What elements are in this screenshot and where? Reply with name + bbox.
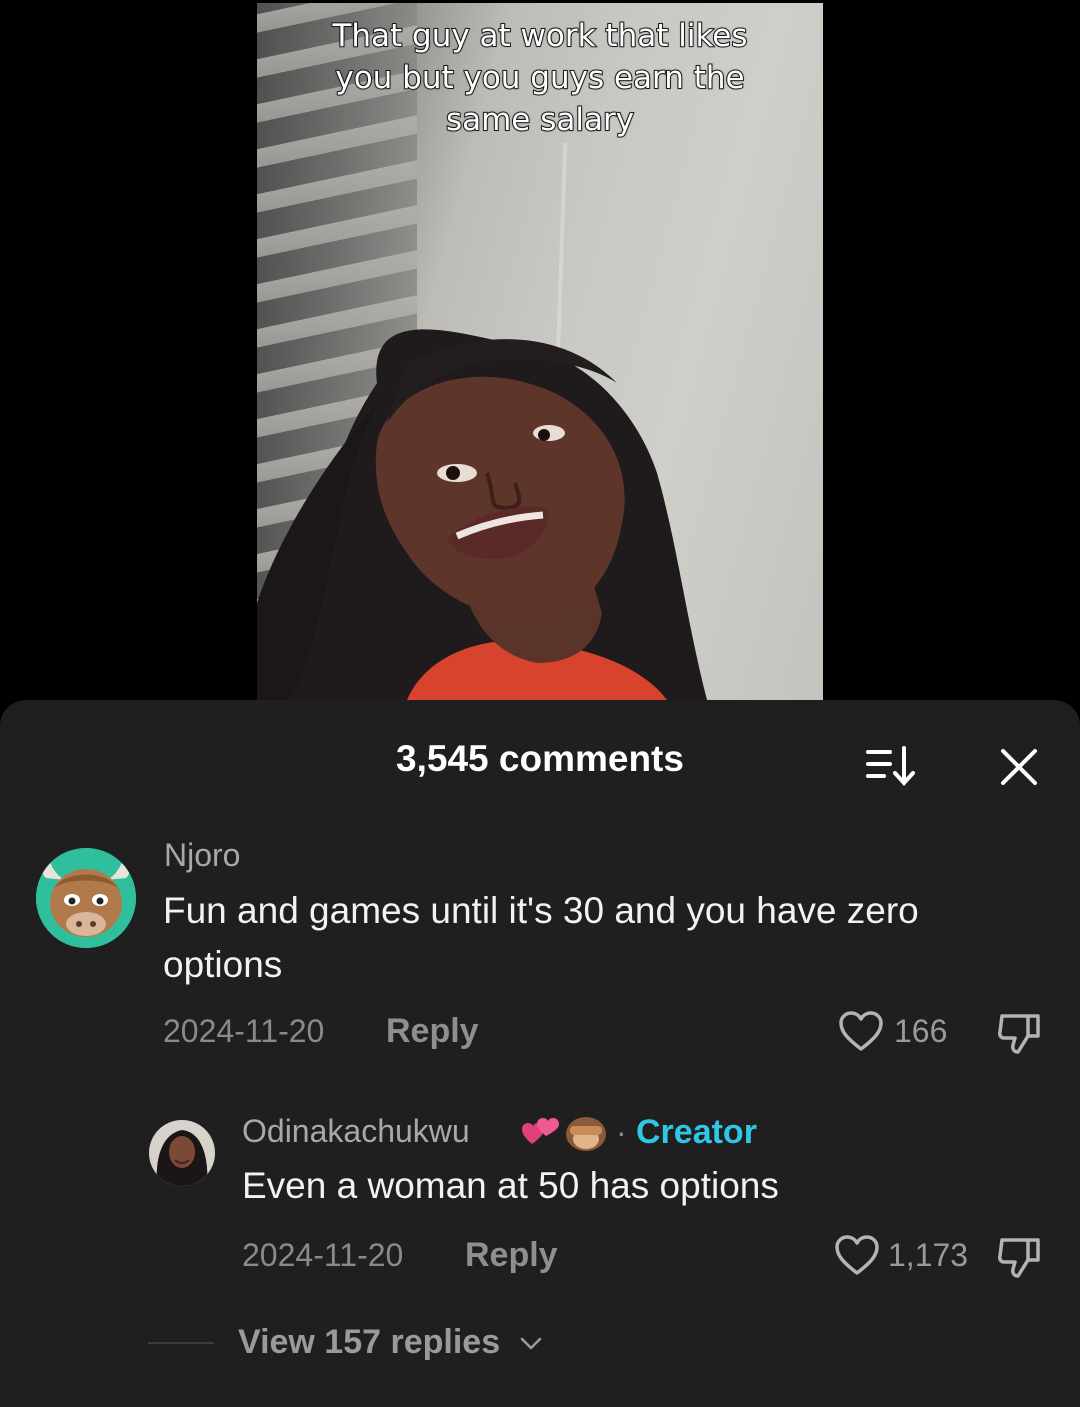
caption-line: same salary xyxy=(445,101,635,139)
close-icon[interactable] xyxy=(998,746,1040,788)
like-count: 166 xyxy=(894,1013,948,1049)
comment-text-line: Fun and games until it's 30 and you have… xyxy=(163,890,919,931)
video-caption: That guy at work that likes you but you … xyxy=(257,15,823,141)
emoji-hearts-monkey xyxy=(522,1117,606,1151)
reply-button[interactable]: Reply xyxy=(465,1236,558,1275)
avatar[interactable] xyxy=(36,848,136,948)
dislike-icon[interactable] xyxy=(996,1010,1044,1056)
caption-line: That guy at work that likes xyxy=(331,17,748,55)
comments-sheet: 3,545 comments Njoro Fun and games until… xyxy=(0,700,1080,1407)
like-count: 1,173 xyxy=(888,1237,969,1273)
replies-divider xyxy=(148,1342,214,1344)
comment-date: 2024-11-20 xyxy=(242,1237,404,1273)
dislike-icon[interactable] xyxy=(996,1234,1044,1280)
comment-text: Even a woman at 50 has options xyxy=(242,1165,779,1206)
chevron-down-icon xyxy=(520,1337,541,1350)
bull-avatar-icon xyxy=(36,848,136,948)
badge-separator: · xyxy=(616,1114,627,1150)
reply-button[interactable]: Reply xyxy=(386,1012,479,1051)
user-photo-avatar xyxy=(149,1120,215,1186)
comment-username[interactable]: Odinakachukwu xyxy=(242,1113,470,1150)
video-player[interactable]: That guy at work that likes you but you … xyxy=(257,3,823,700)
sort-icon[interactable] xyxy=(862,744,918,788)
view-replies-button[interactable]: View 157 replies xyxy=(238,1323,542,1362)
caption-line: you but you guys earn the xyxy=(334,59,745,97)
comment-text: Fun and games until it's 30 and you have… xyxy=(163,884,1043,992)
heart-icon[interactable] xyxy=(838,1010,884,1052)
comment-username[interactable]: Njoro xyxy=(164,837,240,874)
heart-icon[interactable] xyxy=(834,1234,880,1276)
creator-badge: Creator xyxy=(636,1113,757,1151)
comment-text-line: options xyxy=(163,944,283,985)
view-replies-label: View 157 replies xyxy=(238,1323,501,1361)
comments-count-title: 3,545 comments xyxy=(396,738,684,779)
comment-date: 2024-11-20 xyxy=(163,1013,325,1049)
avatar[interactable] xyxy=(149,1120,215,1186)
